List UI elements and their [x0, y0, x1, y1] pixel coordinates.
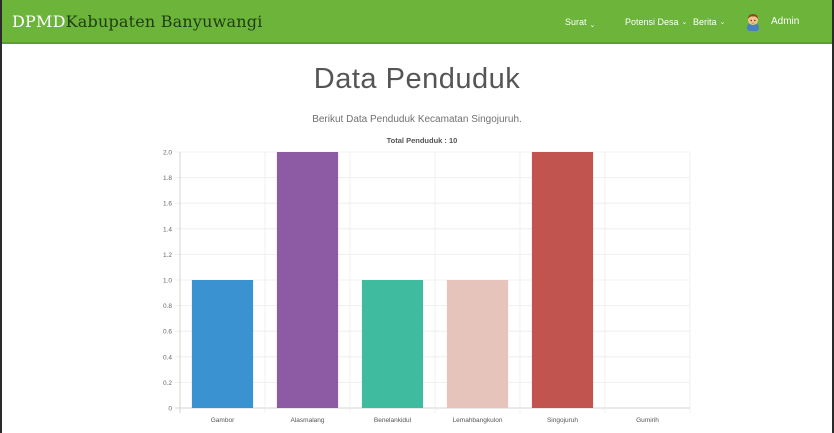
menu-potensi-desa[interactable]: Potensi Desa ⌄	[625, 0, 687, 44]
y-tick-label: 0.6	[163, 329, 172, 336]
y-tick-label: 0.2	[163, 380, 172, 387]
y-tick-label: 0.4	[163, 354, 172, 361]
y-tick-label: 0.8	[163, 303, 172, 310]
user-name[interactable]: Admin	[771, 16, 799, 27]
x-tick-label: Gambor	[211, 417, 235, 424]
chart-title: Total Penduduk : 10	[387, 136, 458, 145]
user-avatar-icon[interactable]	[745, 13, 761, 31]
brand-rest-text: Kabupaten Banyuwangi	[65, 12, 263, 31]
brand-logo[interactable]: DPMDKabupaten Banyuwangi	[12, 12, 263, 34]
y-tick-label: 2.0	[163, 150, 172, 157]
y-tick-label: 1.0	[163, 278, 172, 285]
bar-alasmalang[interactable]	[276, 152, 339, 408]
x-tick-label: Singojuruh	[547, 417, 578, 424]
menu-surat-label: Surat	[565, 17, 587, 27]
bar-lemahbangkulon[interactable]	[446, 280, 509, 408]
chart-y-axis: 0 0.2 0.4 0.6 0.8 1.0 1.2 1.4 1.6 1.8 2.0	[163, 150, 172, 413]
y-tick-label: 0	[168, 406, 172, 413]
page-subtitle: Berikut Data Penduduk Kecamatan Singojur…	[312, 114, 522, 125]
bar-singojuruh[interactable]	[531, 152, 594, 408]
chevron-down-icon: ⌄	[681, 19, 688, 26]
x-tick-label: Lemahbangkulon	[453, 417, 503, 424]
menu-berita-label: Berita	[693, 17, 717, 27]
chart-x-axis: Gambor Alasmalang Benelankidul Lemahbangkul…	[211, 417, 659, 424]
y-tick-label: 1.4	[163, 226, 172, 233]
x-tick-label: Benelankidul	[374, 417, 412, 424]
menu-berita[interactable]: Berita ⌄	[693, 0, 725, 44]
y-tick-label: 1.8	[163, 175, 172, 182]
y-tick-label: 1.2	[163, 252, 172, 259]
chevron-down-icon: ⌄	[719, 19, 726, 26]
population-bar-chart: Total Penduduk : 10 0 0.2 0.4 0.6 0.8 1.0 1.2 1…	[163, 136, 691, 424]
x-tick-label: Alasmalang	[291, 417, 325, 424]
page-title: Data Penduduk	[313, 63, 521, 95]
chart-bars	[191, 152, 594, 408]
bar-benelankidul[interactable]	[361, 280, 424, 408]
menu-surat[interactable]: Surat ⌄	[565, 0, 595, 44]
chevron-down-icon: ⌄	[589, 22, 596, 29]
y-tick-label: 1.6	[163, 201, 172, 208]
x-tick-label: Gumirih	[636, 417, 659, 424]
brand-strong-text: DPMD	[12, 12, 66, 31]
menu-potensi-desa-label: Potensi Desa	[625, 17, 679, 27]
bar-gambor[interactable]	[191, 280, 254, 408]
